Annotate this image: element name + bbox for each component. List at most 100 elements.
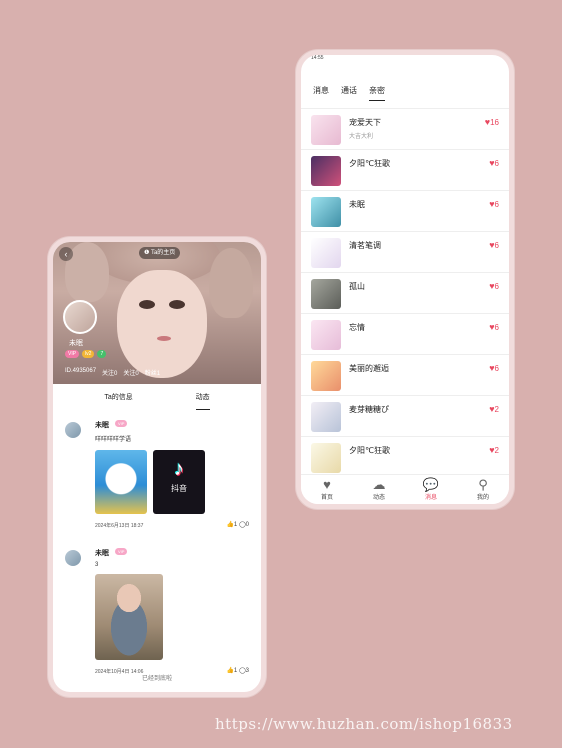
comment-icon[interactable]: ◯ [239, 522, 246, 528]
intimacy-list: 宠爱天下 大吉大利 ♥16 夕阳℃狂歌 ♥6 未眠 ♥6 清茗笔调 ♥6 孤山 … [301, 109, 509, 478]
intimacy-value: 16 [490, 118, 499, 127]
profile-badges: VIP lv2 7 [65, 350, 107, 358]
nav-label: 首页 [320, 495, 333, 501]
tiktok-logo-icon: ♪ [174, 458, 184, 480]
list-item[interactable]: 未眠 ♥6 [301, 191, 509, 232]
level-badge: lv2 [82, 350, 95, 358]
intimacy-value: 6 [494, 159, 499, 168]
post-text: 3 [95, 562, 99, 568]
intimacy-value: 6 [494, 200, 499, 209]
list-item[interactable]: 麦芽糖糖ぴ ♥2 [301, 396, 509, 437]
tab-calls[interactable]: 通话 [341, 85, 357, 101]
list-item[interactable]: 宠爱天下 大吉大利 ♥16 [301, 109, 509, 150]
friend-name: 忘情 [349, 323, 365, 332]
profile-avatar[interactable] [63, 300, 97, 334]
list-item[interactable]: 美丽的邂逅 ♥6 [301, 355, 509, 396]
post-actions: 👍1 ◯0 [226, 521, 249, 528]
cover-photo-eye-right [169, 300, 185, 309]
intimacy-score: ♥6 [489, 158, 499, 168]
cover-photo-lips [157, 336, 171, 341]
post-avatar[interactable] [65, 550, 81, 566]
intimacy-score: ♥6 [489, 240, 499, 250]
stat-fans[interactable]: 粉丝1 [145, 368, 160, 377]
post-image-toy[interactable] [95, 450, 147, 514]
post-author: 未眠 [95, 422, 109, 429]
profile-phone-screen: ‹ ❶ Ta的主页 未眠 VIP lv2 7 ID.4935067 关注0 关注… [48, 237, 266, 697]
tab-intimacy[interactable]: 亲密 [369, 85, 385, 101]
intimacy-score: ♥6 [489, 199, 499, 209]
friend-avatar[interactable] [311, 402, 341, 432]
friend-name: 麦芽糖糖ぴ [349, 405, 389, 414]
nav-label: 我的 [476, 495, 489, 501]
like-icon[interactable]: 👍 [226, 522, 233, 528]
intimacy-value: 2 [494, 405, 499, 414]
list-item[interactable]: 忘情 ♥6 [301, 314, 509, 355]
intimacy-value: 2 [494, 446, 499, 455]
tab-moments[interactable]: 动态 [195, 392, 210, 410]
intimacy-score: ♥6 [489, 363, 499, 373]
message-tabs: 消息 通话 亲密 [301, 63, 509, 109]
moment-post: 未眠 VIP 3 2024年10月4日 14:06 👍1 ◯3 [53, 548, 261, 678]
tab-messages[interactable]: 消息 [313, 85, 329, 101]
friend-avatar[interactable] [311, 361, 341, 391]
friend-subtitle: 大吉大利 [349, 134, 374, 140]
profile-tabs: Ta的信息 动态 [53, 384, 261, 410]
intimacy-phone-screen: 14:55 消息 通话 亲密 宠爱天下 大吉大利 ♥16 夕阳℃狂歌 ♥6 未眠… [296, 50, 514, 509]
moment-post: 未眠 VIP 咩咩咩咩学语 ♪ 抖音 2024年6月13日 18:37 👍1 ◯… [53, 420, 261, 538]
stat-following[interactable]: 关注0 [102, 368, 117, 377]
count-badge: 7 [97, 350, 107, 358]
nav-label: 消息 [424, 495, 437, 501]
tab-info[interactable]: Ta的信息 [104, 392, 132, 410]
post-text: 咩咩咩咩学语 [95, 437, 132, 443]
intimacy-value: 6 [494, 282, 499, 291]
intimacy-value: 6 [494, 364, 499, 373]
nav-messages[interactable]: 💬 消息 [411, 475, 451, 504]
profile-username: 未眠 [69, 340, 83, 347]
nav-moments[interactable]: ☁ 动态 [359, 475, 399, 504]
friend-name: 孤山 [349, 282, 365, 291]
intimacy-score: ♥6 [489, 322, 499, 332]
list-item[interactable]: 清茗笔调 ♥6 [301, 232, 509, 273]
heart-icon: ♥ [323, 477, 331, 492]
nav-profile[interactable]: ⚲ 我的 [463, 475, 503, 504]
friend-name: 夕阳℃狂歌 [349, 446, 390, 455]
post-avatar[interactable] [65, 422, 81, 438]
cloud-icon: ☁ [372, 477, 386, 492]
comment-count: 0 [245, 522, 249, 528]
back-arrow-icon[interactable]: ‹ [59, 247, 73, 261]
profile-stats: ID.4935067 关注0 关注0 粉丝1 [65, 368, 160, 377]
post-time: 2024年6月13日 18:37 [95, 523, 144, 529]
friend-avatar[interactable] [311, 156, 341, 186]
stat-following-2[interactable]: 关注0 [123, 368, 138, 377]
cover-photo-face [117, 270, 207, 378]
friend-avatar[interactable] [311, 197, 341, 227]
vip-badge: VIP [115, 420, 128, 427]
friend-avatar[interactable] [311, 115, 341, 145]
cover-photo-hat-right [209, 248, 253, 318]
nav-label: 动态 [372, 495, 385, 501]
user-icon: ⚲ [478, 477, 488, 492]
post-image-photo[interactable] [95, 574, 163, 660]
list-item[interactable]: 孤山 ♥6 [301, 273, 509, 314]
post-author: 未眠 [95, 550, 109, 557]
friend-avatar[interactable] [311, 443, 341, 473]
intimacy-value: 6 [494, 323, 499, 332]
intimacy-score: ♥2 [489, 445, 499, 455]
vip-badge: VIP [65, 350, 80, 358]
post-image-tiktok[interactable]: ♪ 抖音 [153, 450, 205, 514]
list-item[interactable]: 夕阳℃狂歌 ♥6 [301, 150, 509, 191]
intimacy-score: ♥16 [485, 117, 499, 127]
friend-name: 夕阳℃狂歌 [349, 159, 390, 168]
intimacy-score: ♥6 [489, 281, 499, 291]
friend-avatar[interactable] [311, 238, 341, 268]
friend-avatar[interactable] [311, 320, 341, 350]
vip-badge: VIP [115, 548, 128, 555]
friend-name: 美丽的邂逅 [349, 364, 389, 373]
list-item[interactable]: 夕阳℃狂歌 ♥2 [301, 437, 509, 478]
friend-name: 宠爱天下 [349, 118, 381, 127]
intimacy-score: ♥2 [489, 404, 499, 414]
friend-avatar[interactable] [311, 279, 341, 309]
profile-follow-pill[interactable]: ❶ Ta的主页 [139, 247, 181, 259]
profile-id: ID.4935067 [65, 368, 97, 374]
nav-home[interactable]: ♥ 首页 [307, 475, 347, 504]
